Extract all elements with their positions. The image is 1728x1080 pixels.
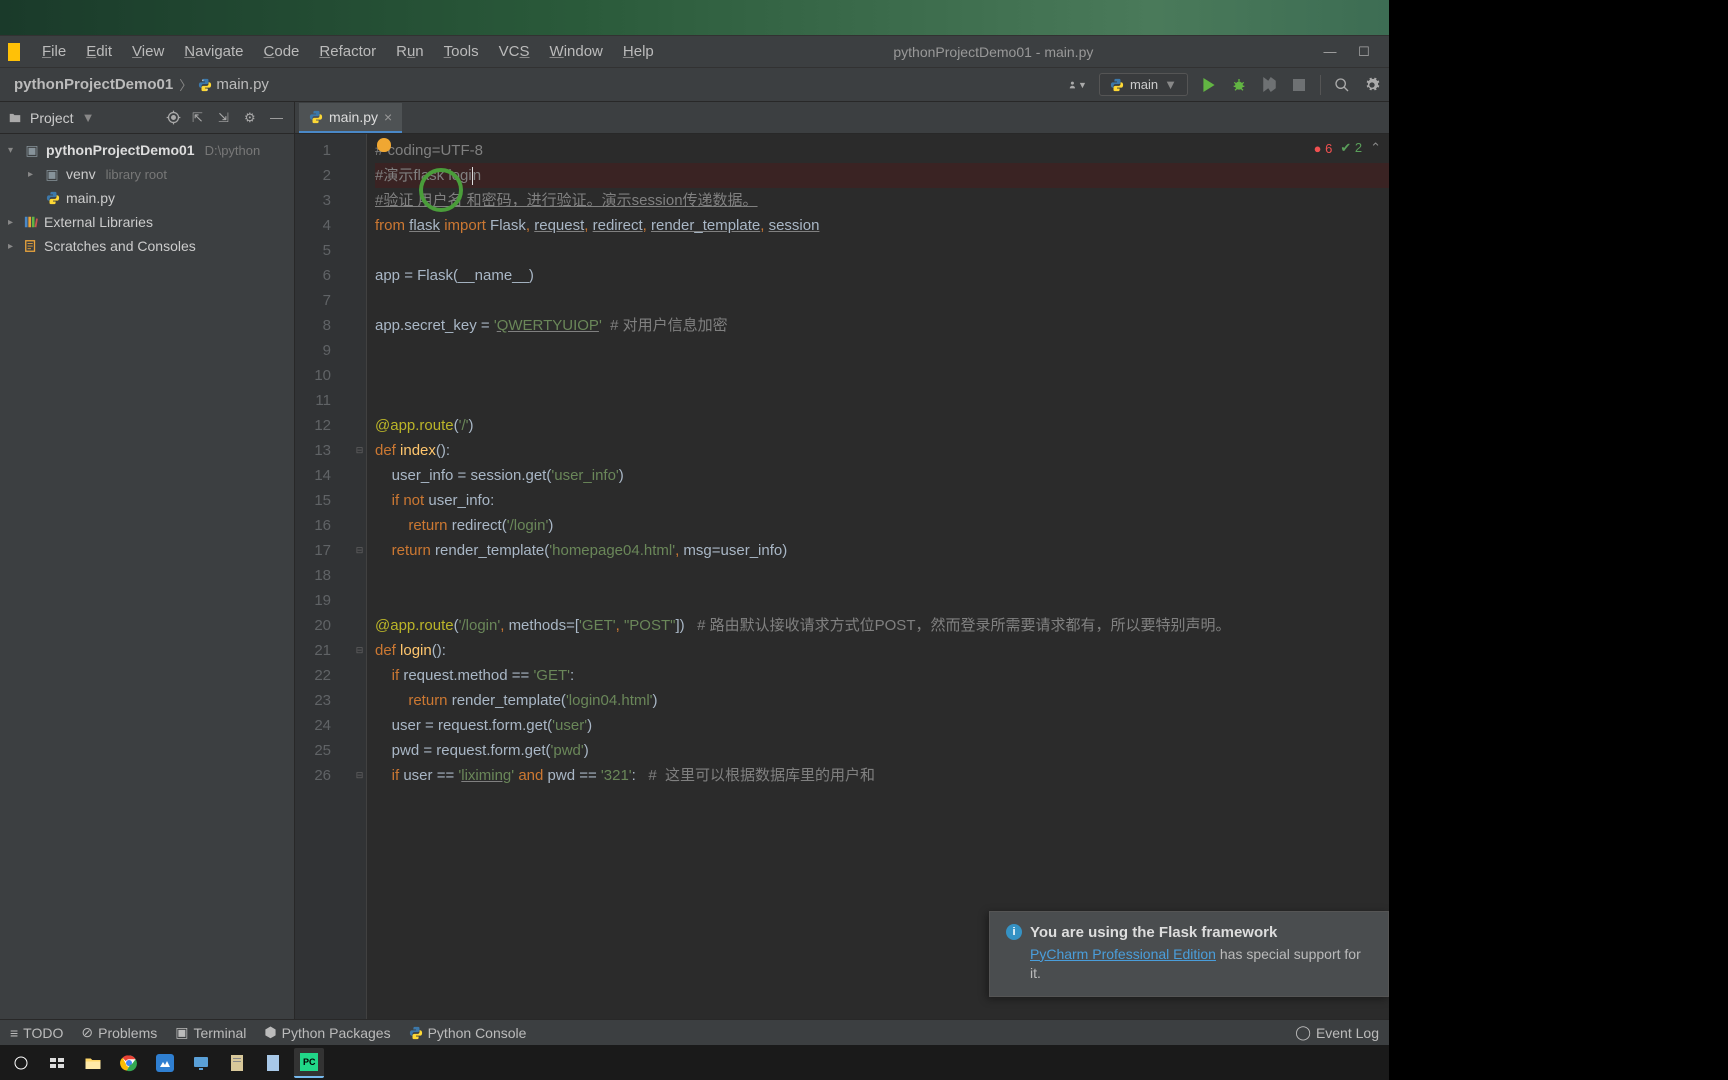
chevron-right-icon[interactable]: ▸ <box>8 217 18 228</box>
tool-settings-icon[interactable]: ⚙ <box>244 110 260 126</box>
editor-tabs: main.py × <box>295 102 1389 134</box>
folder-icon: ▣ <box>44 166 60 182</box>
python-icon <box>409 1026 423 1040</box>
menu-refactor[interactable]: Refactor <box>309 39 386 64</box>
tree-external-libraries[interactable]: ▸ External Libraries <box>0 210 294 234</box>
python-file-icon <box>46 191 60 205</box>
project-tree: ▾ ▣ pythonProjectDemo01 D:\python ▸ ▣ ve… <box>0 134 294 1019</box>
menu-code[interactable]: Code <box>254 39 310 64</box>
locate-file-icon[interactable] <box>166 110 182 126</box>
menu-view[interactable]: View <box>122 39 174 64</box>
chevron-down-icon[interactable]: ▾ <box>8 145 18 156</box>
error-count-icon[interactable]: ● 6 <box>1314 141 1333 156</box>
user-icon[interactable]: ▼ <box>1069 76 1087 94</box>
menu-navigate[interactable]: Navigate <box>174 39 253 64</box>
collapse-all-icon[interactable]: ⇲ <box>218 110 234 126</box>
breadcrumb-project[interactable]: pythonProjectDemo01 <box>8 76 179 93</box>
task-view-button[interactable] <box>42 1048 72 1078</box>
code-editor[interactable]: 1 2 3 4 5 6 7 8 9 10 11 12 13 14 15 16 1 <box>295 134 1389 1019</box>
expand-all-icon[interactable]: ⇱ <box>192 110 208 126</box>
menu-vcs[interactable]: VCS <box>489 39 540 64</box>
problems-tool-button[interactable]: ⊘ Problems <box>81 1024 157 1041</box>
settings-button[interactable] <box>1363 76 1381 94</box>
python-file-icon <box>309 110 323 124</box>
chevron-right-icon[interactable]: ▸ <box>8 241 18 252</box>
warning-count-icon[interactable]: ✔ 2 <box>1340 140 1362 156</box>
code-text-area[interactable]: # coding=UTF-8 #演示flask login #验证 用户名 和密… <box>367 134 1389 1019</box>
pycharm-taskbar-icon[interactable]: PC <box>294 1048 324 1078</box>
main-area: Project ▼ ⇱ ⇲ ⚙ — ▾ ▣ pythonProjectDemo0… <box>0 102 1389 1019</box>
run-coverage-button[interactable] <box>1260 76 1278 94</box>
chevron-down-icon[interactable]: ▼ <box>82 110 95 125</box>
navigation-bar: pythonProjectDemo01 〉 main.py ▼ main ▼ <box>0 68 1389 102</box>
svg-text:PC: PC <box>303 1057 316 1067</box>
os-taskbar: PC <box>0 1045 1389 1080</box>
search-everywhere-button[interactable] <box>1333 76 1351 94</box>
window-maximize-button[interactable]: ☐ <box>1357 45 1371 59</box>
hide-tool-icon[interactable]: — <box>270 110 286 126</box>
project-view-label[interactable]: Project <box>30 110 74 126</box>
notification-link[interactable]: PyCharm Professional Edition <box>1030 946 1216 962</box>
start-button[interactable] <box>6 1048 36 1078</box>
gutter[interactable]: 1 2 3 4 5 6 7 8 9 10 11 12 13 14 15 16 1 <box>295 134 353 1019</box>
chevron-up-icon[interactable]: ⌃ <box>1370 140 1381 156</box>
flask-framework-notification[interactable]: i You are using the Flask framework PyCh… <box>989 911 1389 997</box>
editor-area: main.py × 1 2 3 4 5 6 7 8 9 10 11 12 <box>295 102 1389 1019</box>
close-tab-icon[interactable]: × <box>384 109 392 125</box>
menu-file[interactable]: File <box>32 39 76 64</box>
tree-main-py[interactable]: main.py <box>0 186 294 210</box>
menu-edit[interactable]: Edit <box>76 39 122 64</box>
screen-edge-strip <box>1389 0 1728 1080</box>
menu-help[interactable]: Help <box>613 39 664 64</box>
notification-body: PyCharm Professional Edition has special… <box>1030 945 1372 984</box>
window-minimize-button[interactable]: — <box>1323 45 1337 59</box>
app-logo-icon <box>8 43 20 61</box>
tree-scratches[interactable]: ▸ Scratches and Consoles <box>0 234 294 258</box>
scratches-icon <box>24 239 38 253</box>
stop-button[interactable] <box>1290 76 1308 94</box>
ide-window: File Edit View Navigate Code Refactor Ru… <box>0 35 1389 1045</box>
chrome-icon[interactable] <box>114 1048 144 1078</box>
tree-project-root[interactable]: ▾ ▣ pythonProjectDemo01 D:\python <box>0 138 294 162</box>
folder-icon: ▣ <box>24 142 40 158</box>
menu-window[interactable]: Window <box>540 39 613 64</box>
fold-column[interactable]: ⊟ ⊟ ⊟ ⊟ <box>353 134 367 1019</box>
run-configuration-selector[interactable]: main ▼ <box>1099 73 1188 96</box>
terminal-tool-button[interactable]: ▣ Terminal <box>175 1024 246 1041</box>
chevron-right-icon[interactable]: ▸ <box>28 169 38 180</box>
event-log-button[interactable]: ◯ Event Log <box>1295 1024 1379 1041</box>
debug-button[interactable] <box>1230 76 1248 94</box>
project-tool-header: Project ▼ ⇱ ⇲ ⚙ — <box>0 102 294 134</box>
bottom-tool-bar: ≡ TODO ⊘ Problems ▣ Terminal ⬢ Python Pa… <box>0 1019 1389 1045</box>
menu-tools[interactable]: Tools <box>434 39 489 64</box>
notification-title: You are using the Flask framework <box>1030 924 1277 941</box>
app-icon-notepad[interactable] <box>258 1048 288 1078</box>
library-icon <box>24 215 38 229</box>
python-file-icon <box>198 78 212 92</box>
python-console-tool-button[interactable]: Python Console <box>409 1025 527 1041</box>
breadcrumb-file[interactable]: main.py <box>192 76 275 93</box>
tree-venv-folder[interactable]: ▸ ▣ venv library root <box>0 162 294 186</box>
file-explorer-icon[interactable] <box>78 1048 108 1078</box>
folder-icon <box>8 111 22 125</box>
python-packages-tool-button[interactable]: ⬢ Python Packages <box>264 1024 390 1041</box>
menu-run[interactable]: Run <box>386 39 434 64</box>
run-button[interactable] <box>1200 76 1218 94</box>
menu-bar: File Edit View Navigate Code Refactor Ru… <box>0 36 1389 68</box>
todo-tool-button[interactable]: ≡ TODO <box>10 1025 63 1041</box>
intention-bulb-icon[interactable] <box>377 138 391 152</box>
info-icon: i <box>1006 924 1022 940</box>
project-tool-window: Project ▼ ⇱ ⇲ ⚙ — ▾ ▣ pythonProjectDemo0… <box>0 102 295 1019</box>
app-icon-doc[interactable] <box>222 1048 252 1078</box>
inspections-widget[interactable]: ● 6 ✔ 2 ⌃ <box>1314 140 1381 156</box>
window-title: pythonProjectDemo01 - main.py <box>664 44 1323 60</box>
app-icon-monitor[interactable] <box>186 1048 216 1078</box>
python-icon <box>1110 78 1124 92</box>
app-icon-blue[interactable] <box>150 1048 180 1078</box>
editor-tab-main-py[interactable]: main.py × <box>299 103 402 133</box>
